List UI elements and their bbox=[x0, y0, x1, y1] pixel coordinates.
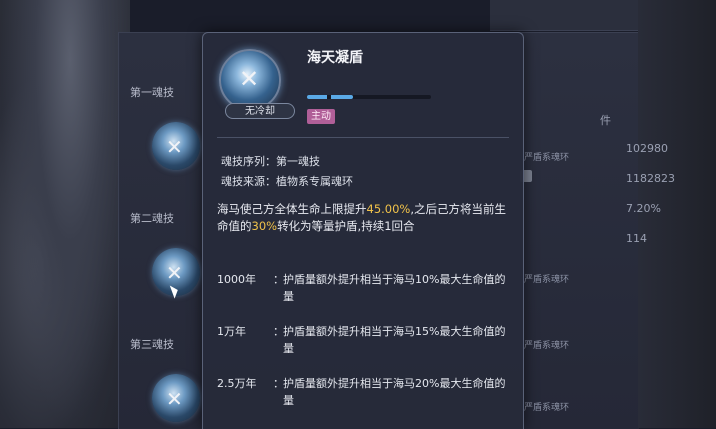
skill-source-label: 魂技来源： bbox=[221, 175, 276, 188]
skill-icon-frame: ✕ 无冷却 bbox=[219, 49, 295, 119]
description-highlight-1: 45.00% bbox=[366, 202, 411, 216]
tier-text: 护盾量额外提升相当于海马15%最大生命值的量 bbox=[283, 325, 506, 355]
skill-level-segment bbox=[327, 95, 331, 99]
description-highlight-2: 30% bbox=[251, 219, 278, 233]
skill-source-row: 魂技来源：植物系专属魂环 bbox=[221, 173, 353, 189]
stat-value-1: 102980 bbox=[626, 142, 668, 155]
skill-sequence-label: 魂技序列： bbox=[221, 155, 276, 168]
skill-source-value: 植物系专属魂环 bbox=[276, 175, 353, 188]
ring-label-1: 严盾系魂环 bbox=[524, 153, 570, 163]
tier-text: 护盾量额外提升相当于海马20%最大生命值的量 bbox=[283, 377, 506, 407]
skill-tooltip: ✕ 无冷却 海天凝盾 主动 魂技序列：第一魂技 魂技来源：植物系专属魂环 海马使… bbox=[202, 32, 524, 429]
tier-year: 1000年 bbox=[217, 273, 256, 286]
skill-description: 海马使己方全体生命上限提升45.00%,之后己方将当前生命值的30%转化为等量护… bbox=[217, 201, 509, 235]
top-bar bbox=[490, 0, 640, 31]
ring-slot-label-1: 第一魂技 bbox=[130, 86, 174, 99]
ring-slot-label-2: 第二魂技 bbox=[130, 212, 174, 225]
tier-year: 1万年 bbox=[217, 325, 246, 338]
skill-sequence-value: 第一魂技 bbox=[276, 155, 320, 168]
skill-slot-1-icon[interactable]: ✕ bbox=[152, 122, 200, 170]
skill-type-tag: 主动 bbox=[307, 109, 335, 124]
skill-slot-3-icon[interactable]: ✕ bbox=[152, 374, 200, 422]
skill-name: 海天凝盾 bbox=[307, 50, 363, 66]
tier-text: 护盾量额外提升相当于海马10%最大生命值的量 bbox=[283, 273, 506, 303]
tier-year: 2.5万年 bbox=[217, 377, 257, 390]
header-fragment: 件 bbox=[600, 114, 611, 127]
stat-value-2: 1182823 bbox=[626, 172, 675, 185]
ring-label-2: 严盾系魂环 bbox=[524, 275, 570, 285]
character-portrait bbox=[0, 0, 130, 428]
stat-value-4: 114 bbox=[626, 232, 647, 245]
cooldown-badge: 无冷却 bbox=[225, 103, 295, 119]
skill-level-bar bbox=[307, 95, 431, 99]
skill-sequence-row: 魂技序列：第一魂技 bbox=[221, 153, 320, 169]
description-text-3: 转化为等量护盾,持续1回合 bbox=[277, 219, 415, 233]
ring-slot-label-3: 第三魂技 bbox=[130, 338, 174, 351]
ring-label-3: 严盾系魂环 bbox=[524, 341, 570, 351]
stat-value-3: 7.20% bbox=[626, 202, 661, 215]
skill-icon: ✕ bbox=[219, 49, 281, 111]
divider bbox=[217, 137, 509, 138]
ring-label-4: 严盾系魂环 bbox=[524, 403, 570, 413]
description-text-1: 海马使己方全体生命上限提升 bbox=[217, 202, 367, 216]
